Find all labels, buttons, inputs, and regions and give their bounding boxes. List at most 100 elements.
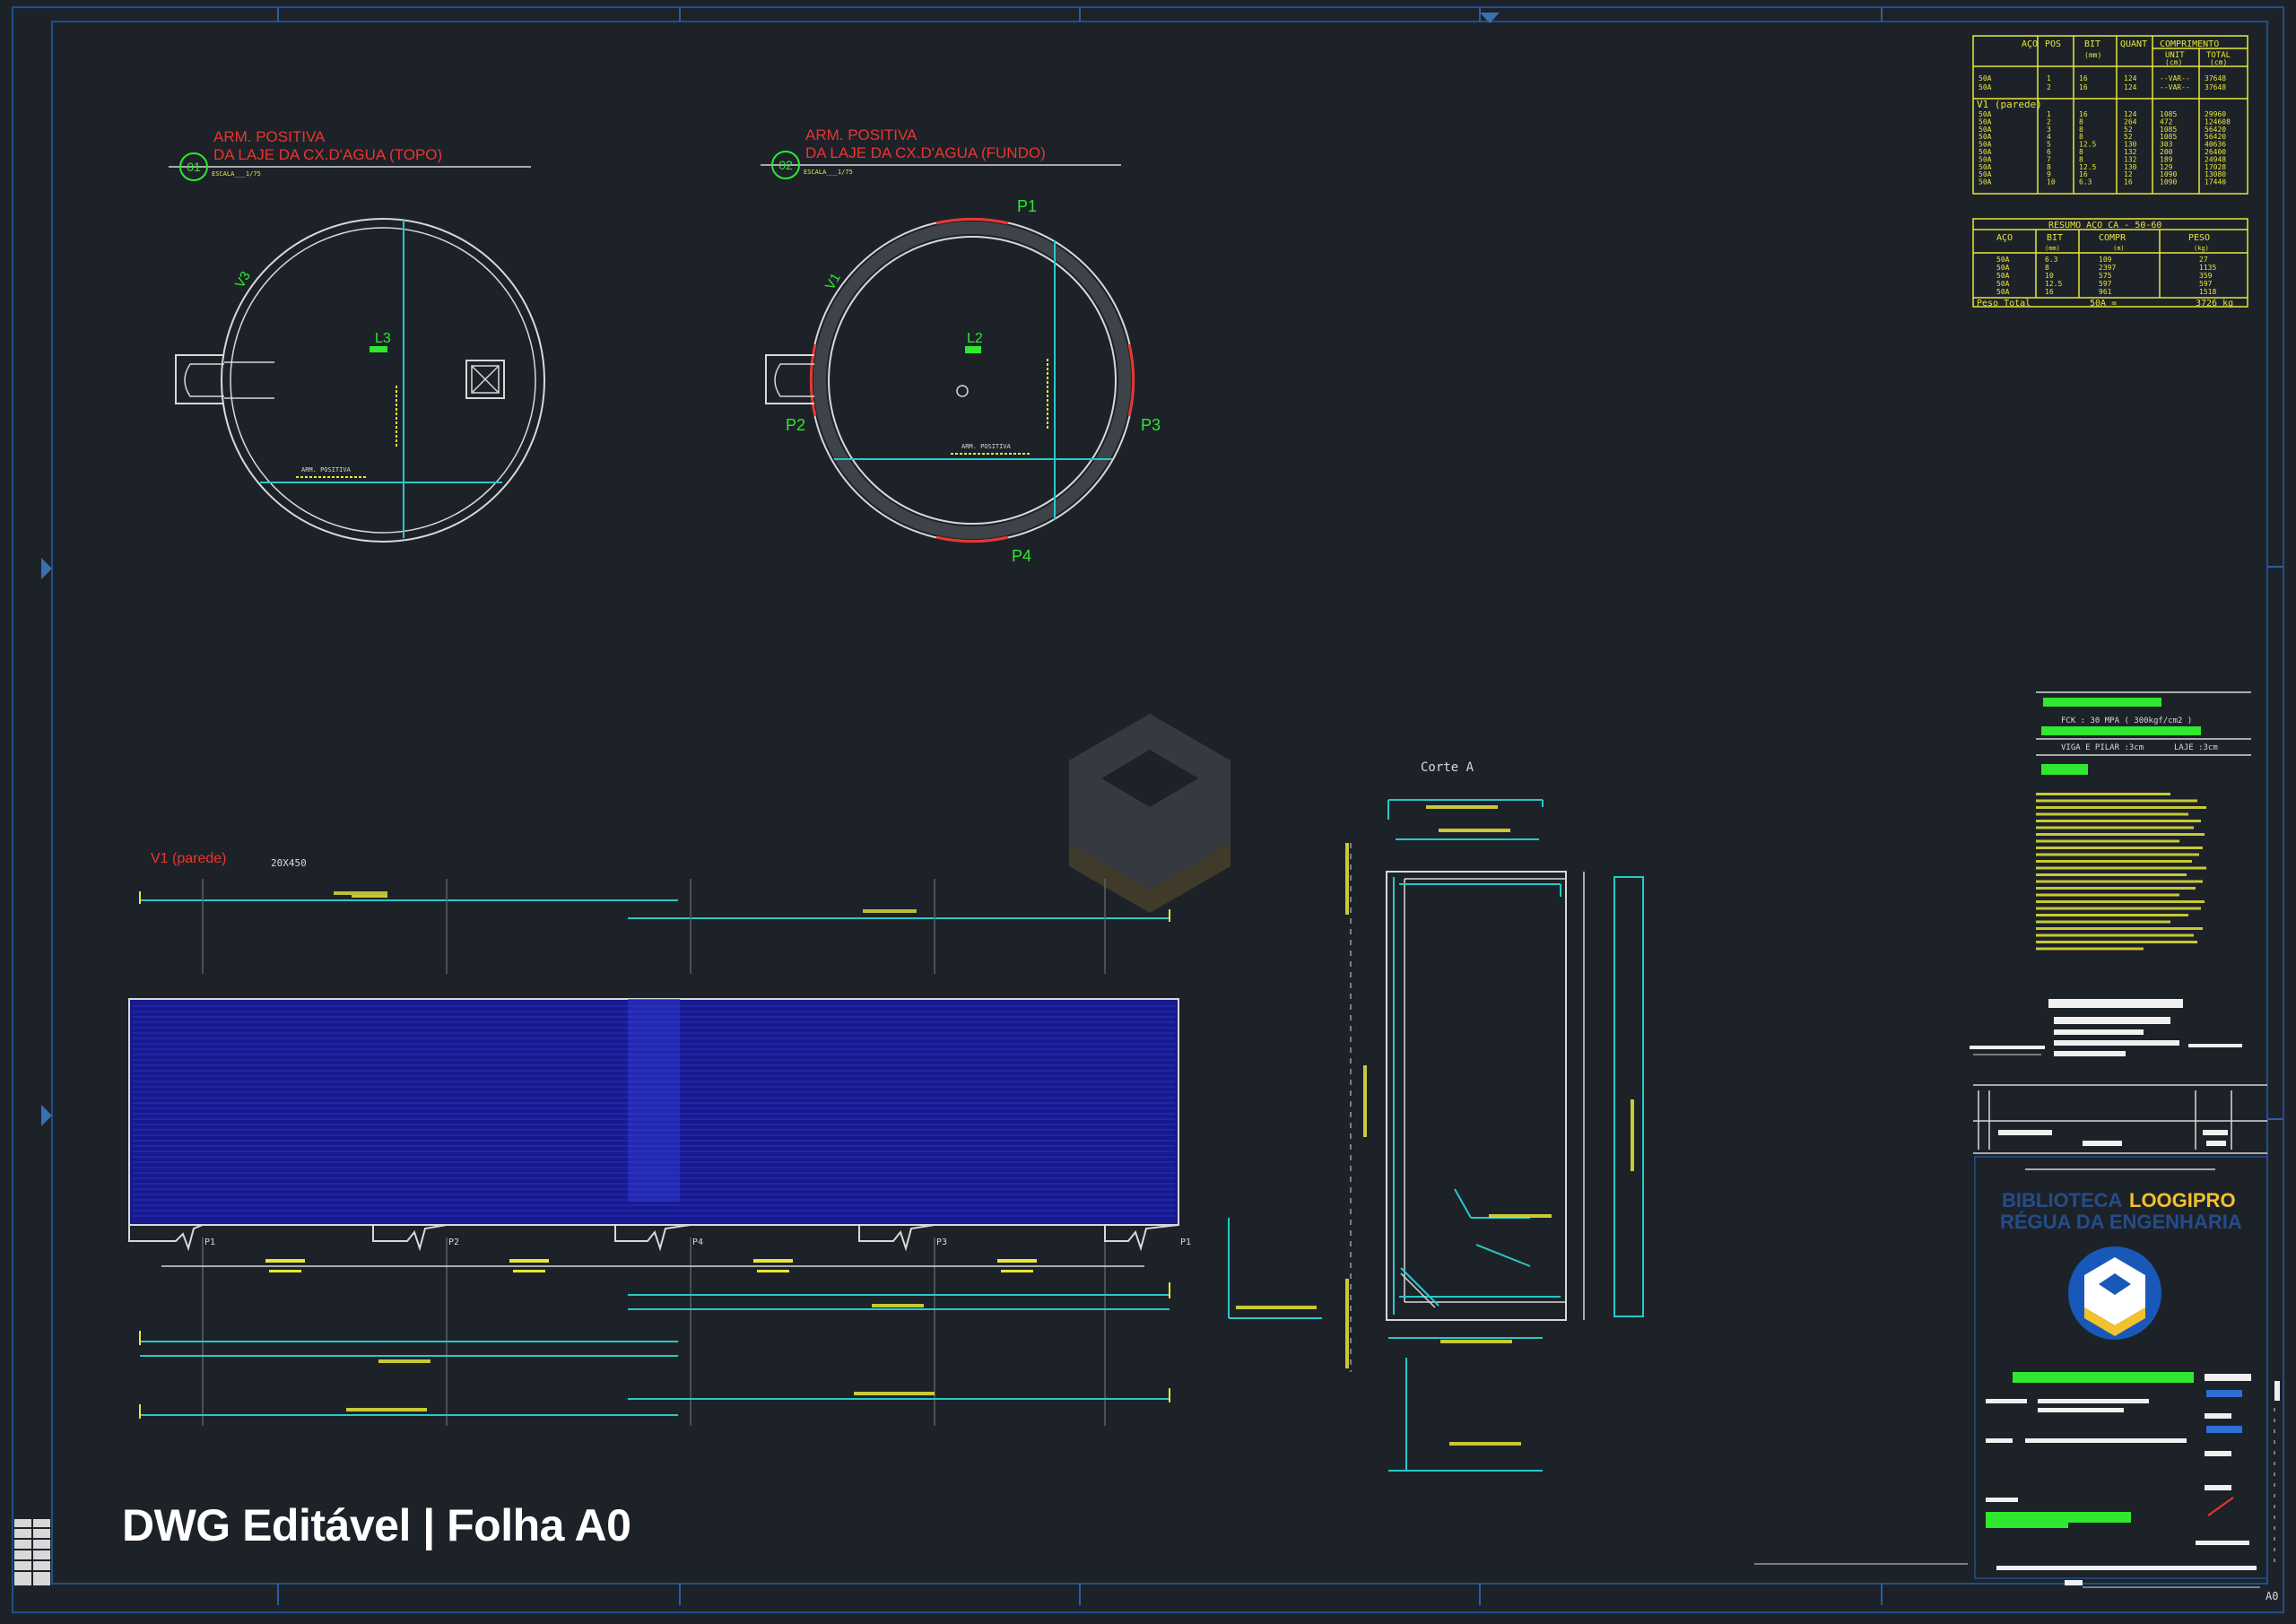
steel-row-cell: 10 bbox=[2047, 178, 2056, 187]
summary-subheader-mm: (mm) bbox=[2045, 245, 2060, 252]
summary-row-cell: 50A bbox=[1996, 288, 2010, 296]
note-line bbox=[2036, 893, 2179, 897]
plan-02-wall-label: V1 bbox=[822, 271, 844, 292]
steel-row-cell: 1090 bbox=[2160, 178, 2177, 187]
summary-header-bit: BIT bbox=[2047, 233, 2063, 243]
steel-row-cell: 6.3 bbox=[2079, 178, 2092, 187]
summary-subheader-kg: (kg) bbox=[2194, 245, 2209, 252]
plan-01-note: ARM. POSITIVA bbox=[301, 466, 352, 473]
summary-row-cell: 50A bbox=[1996, 256, 2010, 264]
note-line bbox=[2036, 941, 2197, 943]
summary-row-cell: 27 bbox=[2199, 256, 2208, 264]
wall-elevation: V1 (parede) 20X450 P1 P2 P4 P3 P1 bbox=[128, 851, 1191, 1426]
summary-row-cell: 109 bbox=[2099, 256, 2112, 264]
steel-top-row-cell: 124 bbox=[2124, 83, 2137, 91]
note-line bbox=[2036, 914, 2188, 916]
plan-01: 01 ARM. POSITIVA DA LAJE DA CX.D'AGUA (T… bbox=[169, 128, 545, 543]
note-line bbox=[2036, 866, 2206, 870]
summary-row-cell: 961 bbox=[2099, 288, 2112, 296]
summary-subheader-m: (m) bbox=[2113, 245, 2125, 252]
elevation-pillar-3: P4 bbox=[692, 1238, 703, 1247]
steel-top-row-cell: 2 bbox=[2047, 83, 2051, 91]
pillar-label-p4: P4 bbox=[1012, 547, 1031, 565]
sheet-size-label: A0 bbox=[2266, 1590, 2278, 1602]
border-arrows bbox=[41, 13, 1500, 1126]
summary-header-peso: PESO bbox=[2188, 233, 2210, 243]
spec-cover: VIGA E PILAR :3cm bbox=[2061, 743, 2144, 752]
plan-01-title-line2: DA LAJE DA CX.D'AGUA (TOPO) bbox=[213, 146, 442, 163]
steel-header-pos: POS bbox=[2045, 39, 2061, 49]
elevation-pillar-5: P1 bbox=[1180, 1238, 1191, 1247]
steel-row-cell: 50A bbox=[1979, 178, 1992, 187]
summary-row-cell: 1135 bbox=[2199, 264, 2216, 272]
elevation-size: 20X450 bbox=[271, 857, 307, 869]
brand-logo: BIBLIOTECA LOOGIPRO RÉGUA DA ENGENHARIA bbox=[2000, 1189, 2242, 1340]
logo-line1-b: LOOGIPRO bbox=[2129, 1189, 2236, 1211]
plan-02-number: 02 bbox=[778, 158, 793, 172]
spec-fck: FCK : 30 MPA ( 300kgf/cm2 ) bbox=[2061, 716, 2192, 725]
steel-top-row-cell: 50A bbox=[1979, 83, 1992, 91]
summary-row-cell: 12.5 bbox=[2045, 280, 2062, 288]
caption-overlay: DWG Editável | Folha A0 bbox=[122, 1500, 631, 1550]
note-line bbox=[2036, 887, 2196, 890]
steel-subheader-cm2: (cm) bbox=[2210, 58, 2227, 66]
logo-line1-a: BIBLIOTECA bbox=[2002, 1189, 2123, 1211]
summary-total-value: 3726 kg bbox=[2196, 299, 2233, 308]
steel-header-bit: BIT bbox=[2084, 39, 2100, 49]
summary-total-label: Peso Total bbox=[1977, 299, 2031, 308]
border-ticks bbox=[277, 7, 2283, 1605]
summary-row-cell: 50A bbox=[1996, 280, 2010, 288]
note-line bbox=[2036, 853, 2199, 856]
elevation-pillar-2: P2 bbox=[448, 1238, 459, 1247]
steel-top-row-cell: 16 bbox=[2079, 74, 2088, 83]
steel-header-aco: AÇO bbox=[2022, 39, 2038, 49]
note-line bbox=[2036, 793, 2170, 795]
elevation-title: V1 (parede) bbox=[151, 851, 227, 866]
steel-top-row-cell: 50A bbox=[1979, 74, 1992, 83]
plan-02-scale: ESCALA___1/75 bbox=[804, 169, 853, 176]
logo-line2: RÉGUA DA ENGENHARIA bbox=[2000, 1211, 2242, 1233]
steel-top-row-cell: 1 bbox=[2047, 74, 2051, 83]
steel-row-cell: 16 bbox=[2124, 178, 2133, 187]
plan-02: 02 ARM. POSITIVA DA LAJE DA CX.D'AGUA (F… bbox=[761, 126, 1161, 565]
plan-01-slab-label: L3 bbox=[375, 331, 391, 346]
steel-subheader-mm: (mm) bbox=[2084, 51, 2101, 59]
summary-row-cell: 2397 bbox=[2099, 264, 2116, 272]
note-line bbox=[2036, 947, 2144, 951]
steel-top-row-cell: 37648 bbox=[2205, 83, 2226, 91]
plan-01-scale: ESCALA___1/75 bbox=[212, 170, 261, 178]
cad-drawing-canvas: 01 ARM. POSITIVA DA LAJE DA CX.D'AGUA (T… bbox=[12, 6, 2284, 1613]
summary-row-cell: 359 bbox=[2199, 272, 2213, 280]
spec-cover-slab: LAJE :3cm bbox=[2174, 743, 2218, 752]
note-line bbox=[2036, 833, 2205, 836]
summary-row-cell: 8 bbox=[2045, 264, 2049, 272]
note-line bbox=[2036, 799, 2197, 803]
note-line bbox=[2036, 812, 2188, 816]
note-line bbox=[2036, 920, 2170, 924]
note-line bbox=[2036, 847, 2203, 849]
plan-01-number: 01 bbox=[187, 160, 201, 174]
pillar-label-p2: P2 bbox=[786, 416, 805, 434]
steel-header-quant: QUANT bbox=[2120, 39, 2147, 49]
note-line bbox=[2036, 806, 2206, 809]
summary-row-cell: 1518 bbox=[2199, 288, 2216, 296]
pillar-label-p1: P1 bbox=[1017, 197, 1037, 215]
note-line bbox=[2036, 873, 2187, 876]
plan-02-title-line1: ARM. POSITIVA bbox=[805, 126, 918, 143]
steel-row-cell: 17440 bbox=[2205, 178, 2226, 187]
plan-02-note: ARM. POSITIVA bbox=[961, 443, 1012, 450]
summary-row-cell: 597 bbox=[2099, 280, 2112, 288]
summary-row-cell: 50A bbox=[1996, 272, 2010, 280]
steel-top-row-cell: 124 bbox=[2124, 74, 2137, 83]
note-line bbox=[2036, 839, 2179, 843]
specs-block: FCK : 30 MPA ( 300kgf/cm2 ) VIGA E PILAR… bbox=[2036, 691, 2251, 951]
steel-top-row-cell: --VAR-- bbox=[2160, 83, 2190, 91]
sheet-thumbnail-icon bbox=[14, 1519, 50, 1585]
steel-top-row-cell: --VAR-- bbox=[2160, 74, 2190, 83]
note-line bbox=[2036, 934, 2194, 937]
note-line bbox=[2036, 900, 2205, 903]
section-corte-a: Corte A bbox=[1228, 760, 1644, 1472]
plan-02-slab-label: L2 bbox=[967, 331, 983, 346]
summary-total-steel: 50A = bbox=[2090, 299, 2117, 308]
plan-01-title-line1: ARM. POSITIVA bbox=[213, 128, 326, 145]
